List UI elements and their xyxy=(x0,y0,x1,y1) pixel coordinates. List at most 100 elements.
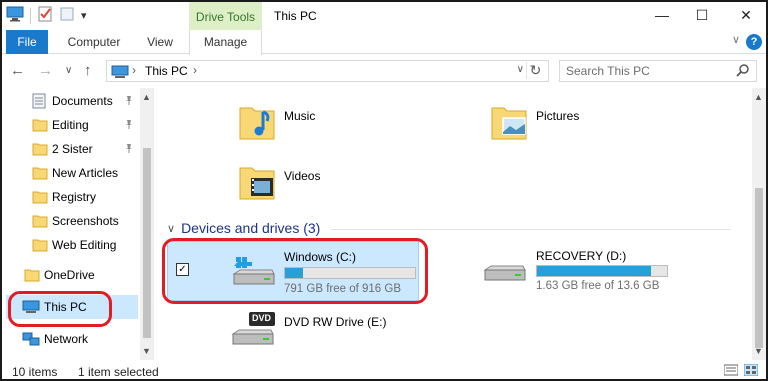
nav-item-label: This PC xyxy=(44,300,87,314)
nav-item-label: Web Editing xyxy=(52,238,117,252)
content-pane: Music Pictures Videos ∨ Devices and driv… xyxy=(155,88,752,360)
quick-access-toolbar: ▾ xyxy=(6,6,87,25)
content-scrollbar[interactable]: ▲ ▼ xyxy=(752,88,766,360)
forward-icon[interactable]: → xyxy=(38,62,53,79)
drive-label: RECOVERY (D:) xyxy=(536,249,627,263)
close-button[interactable]: ✕ xyxy=(736,6,756,24)
windows-drive-icon xyxy=(230,252,276,295)
tab-manage[interactable]: Manage xyxy=(189,30,262,55)
documents-icon xyxy=(32,93,46,112)
scroll-down-icon[interactable]: ▼ xyxy=(754,346,763,356)
collapse-chevron-icon[interactable]: ∨ xyxy=(167,222,175,235)
back-icon[interactable]: ← xyxy=(10,62,25,79)
up-icon[interactable]: ↑ xyxy=(84,62,92,79)
nav-item-label: Screenshots xyxy=(52,214,119,228)
folder-icon xyxy=(32,142,48,159)
breadcrumb-this-pc[interactable]: This PC xyxy=(145,64,188,78)
drive-label: DVD RW Drive (E:) xyxy=(284,315,387,329)
title-bar: ▾ Drive Tools This PC — ☐ ✕ xyxy=(2,2,766,32)
drive-usage-bar xyxy=(284,267,416,279)
search-icon xyxy=(736,63,750,80)
drive-windows-c[interactable]: ✓ Windows (C:) 791 GB free of 916 GB xyxy=(167,241,419,301)
drive-label: Windows (C:) xyxy=(284,250,357,264)
nav-item-web-editing[interactable]: Web Editing xyxy=(2,234,140,256)
videos-folder-icon xyxy=(237,162,277,205)
folder-icon xyxy=(32,238,48,255)
ribbon-tab-bar: File Computer View Manage ∨ ? xyxy=(2,30,766,55)
drive-free-space: 1.63 GB free of 13.6 GB xyxy=(536,280,660,292)
nav-item-editing[interactable]: Editing xyxy=(2,114,140,136)
large-icons-view-icon[interactable] xyxy=(743,363,759,379)
nav-item-this-pc[interactable]: This PC xyxy=(2,296,140,318)
minimize-button[interactable]: — xyxy=(652,6,672,24)
nav-item-label: OneDrive xyxy=(44,268,95,282)
address-bar[interactable]: › This PC › ∨ ↻ xyxy=(106,60,549,82)
folder-label: Music xyxy=(284,109,316,123)
maximize-button[interactable]: ☐ xyxy=(692,6,712,24)
scrollbar-thumb[interactable] xyxy=(755,188,763,348)
folder-icon xyxy=(32,166,48,183)
nav-item-label: 2 Sister xyxy=(52,142,93,156)
drive-free-space: 791 GB free of 916 GB xyxy=(284,283,401,295)
nav-item-onedrive[interactable]: OneDrive xyxy=(2,264,140,286)
computer-icon xyxy=(111,65,129,82)
group-label: Devices and drives (3) xyxy=(181,220,321,236)
music-folder-icon xyxy=(237,102,277,145)
tab-view[interactable]: View xyxy=(140,30,180,54)
nav-item-2-sister[interactable]: 2 Sister xyxy=(2,138,140,160)
file-explorer-window: ▾ Drive Tools This PC — ☐ ✕ File Compute… xyxy=(0,0,768,381)
group-divider xyxy=(331,229,731,230)
refresh-icon[interactable]: ↻ xyxy=(526,62,544,79)
scrollbar-thumb[interactable] xyxy=(143,148,151,338)
computer-icon[interactable] xyxy=(6,6,24,25)
group-header-devices[interactable]: ∨ Devices and drives (3) xyxy=(167,220,320,236)
nav-item-new-articles[interactable]: New Articles xyxy=(2,162,140,184)
folder-icon xyxy=(32,190,48,207)
item-count: 10 items xyxy=(12,365,58,379)
search-placeholder: Search This PC xyxy=(566,64,650,78)
dvd-badge: DVD xyxy=(252,313,272,323)
nav-item-label: Registry xyxy=(52,190,97,204)
nav-item-label: Documents xyxy=(52,94,113,108)
network-icon xyxy=(22,331,40,350)
status-bar: 10 items 1 item selected xyxy=(2,362,766,379)
breadcrumb-separator: › xyxy=(132,63,136,77)
folder-icon xyxy=(32,118,48,135)
pin-icon xyxy=(124,95,134,108)
item-checkbox[interactable]: ✓ xyxy=(176,263,189,276)
drive-tools-context-tab: Drive Tools xyxy=(189,2,262,32)
qat-dropdown-icon[interactable]: ▾ xyxy=(81,9,87,22)
breadcrumb-separator[interactable]: › xyxy=(193,63,197,77)
new-folder-icon[interactable] xyxy=(59,6,75,25)
search-input[interactable]: Search This PC xyxy=(559,60,757,82)
address-dropdown-icon[interactable]: ∨ xyxy=(517,64,524,75)
scroll-up-icon[interactable]: ▲ xyxy=(754,92,763,102)
nav-item-documents[interactable]: Documents xyxy=(2,90,140,112)
navigation-pane: Documents Editing 2 Sister New Articles … xyxy=(2,88,155,360)
help-icon[interactable]: ? xyxy=(746,34,762,50)
scroll-up-icon[interactable]: ▲ xyxy=(142,92,151,102)
nav-item-screenshots[interactable]: Screenshots xyxy=(2,210,140,232)
onedrive-folder-icon xyxy=(24,268,40,285)
recent-locations-icon[interactable]: ∨ xyxy=(65,65,72,76)
scroll-down-icon[interactable]: ▼ xyxy=(142,346,151,356)
nav-scrollbar[interactable]: ▲ ▼ xyxy=(140,88,154,360)
drive-usage-fill xyxy=(537,266,652,276)
toolbar-divider xyxy=(30,7,31,24)
nav-item-network[interactable]: Network xyxy=(2,328,140,350)
tab-file[interactable]: File xyxy=(6,30,48,54)
hard-drive-icon xyxy=(481,256,527,293)
selection-count: 1 item selected xyxy=(78,365,159,379)
nav-item-label: Network xyxy=(44,332,89,346)
collapse-ribbon-icon[interactable]: ∨ xyxy=(732,33,740,46)
details-view-icon[interactable] xyxy=(723,364,739,379)
window-title: This PC xyxy=(274,9,317,23)
pin-icon xyxy=(124,119,134,132)
nav-item-registry[interactable]: Registry xyxy=(2,186,140,208)
properties-icon[interactable] xyxy=(37,6,53,25)
drive-usage-fill xyxy=(285,268,303,278)
drive-usage-bar xyxy=(536,265,668,277)
tab-computer[interactable]: Computer xyxy=(60,30,128,54)
nav-item-label: New Articles xyxy=(52,166,119,180)
folder-icon xyxy=(32,214,48,231)
